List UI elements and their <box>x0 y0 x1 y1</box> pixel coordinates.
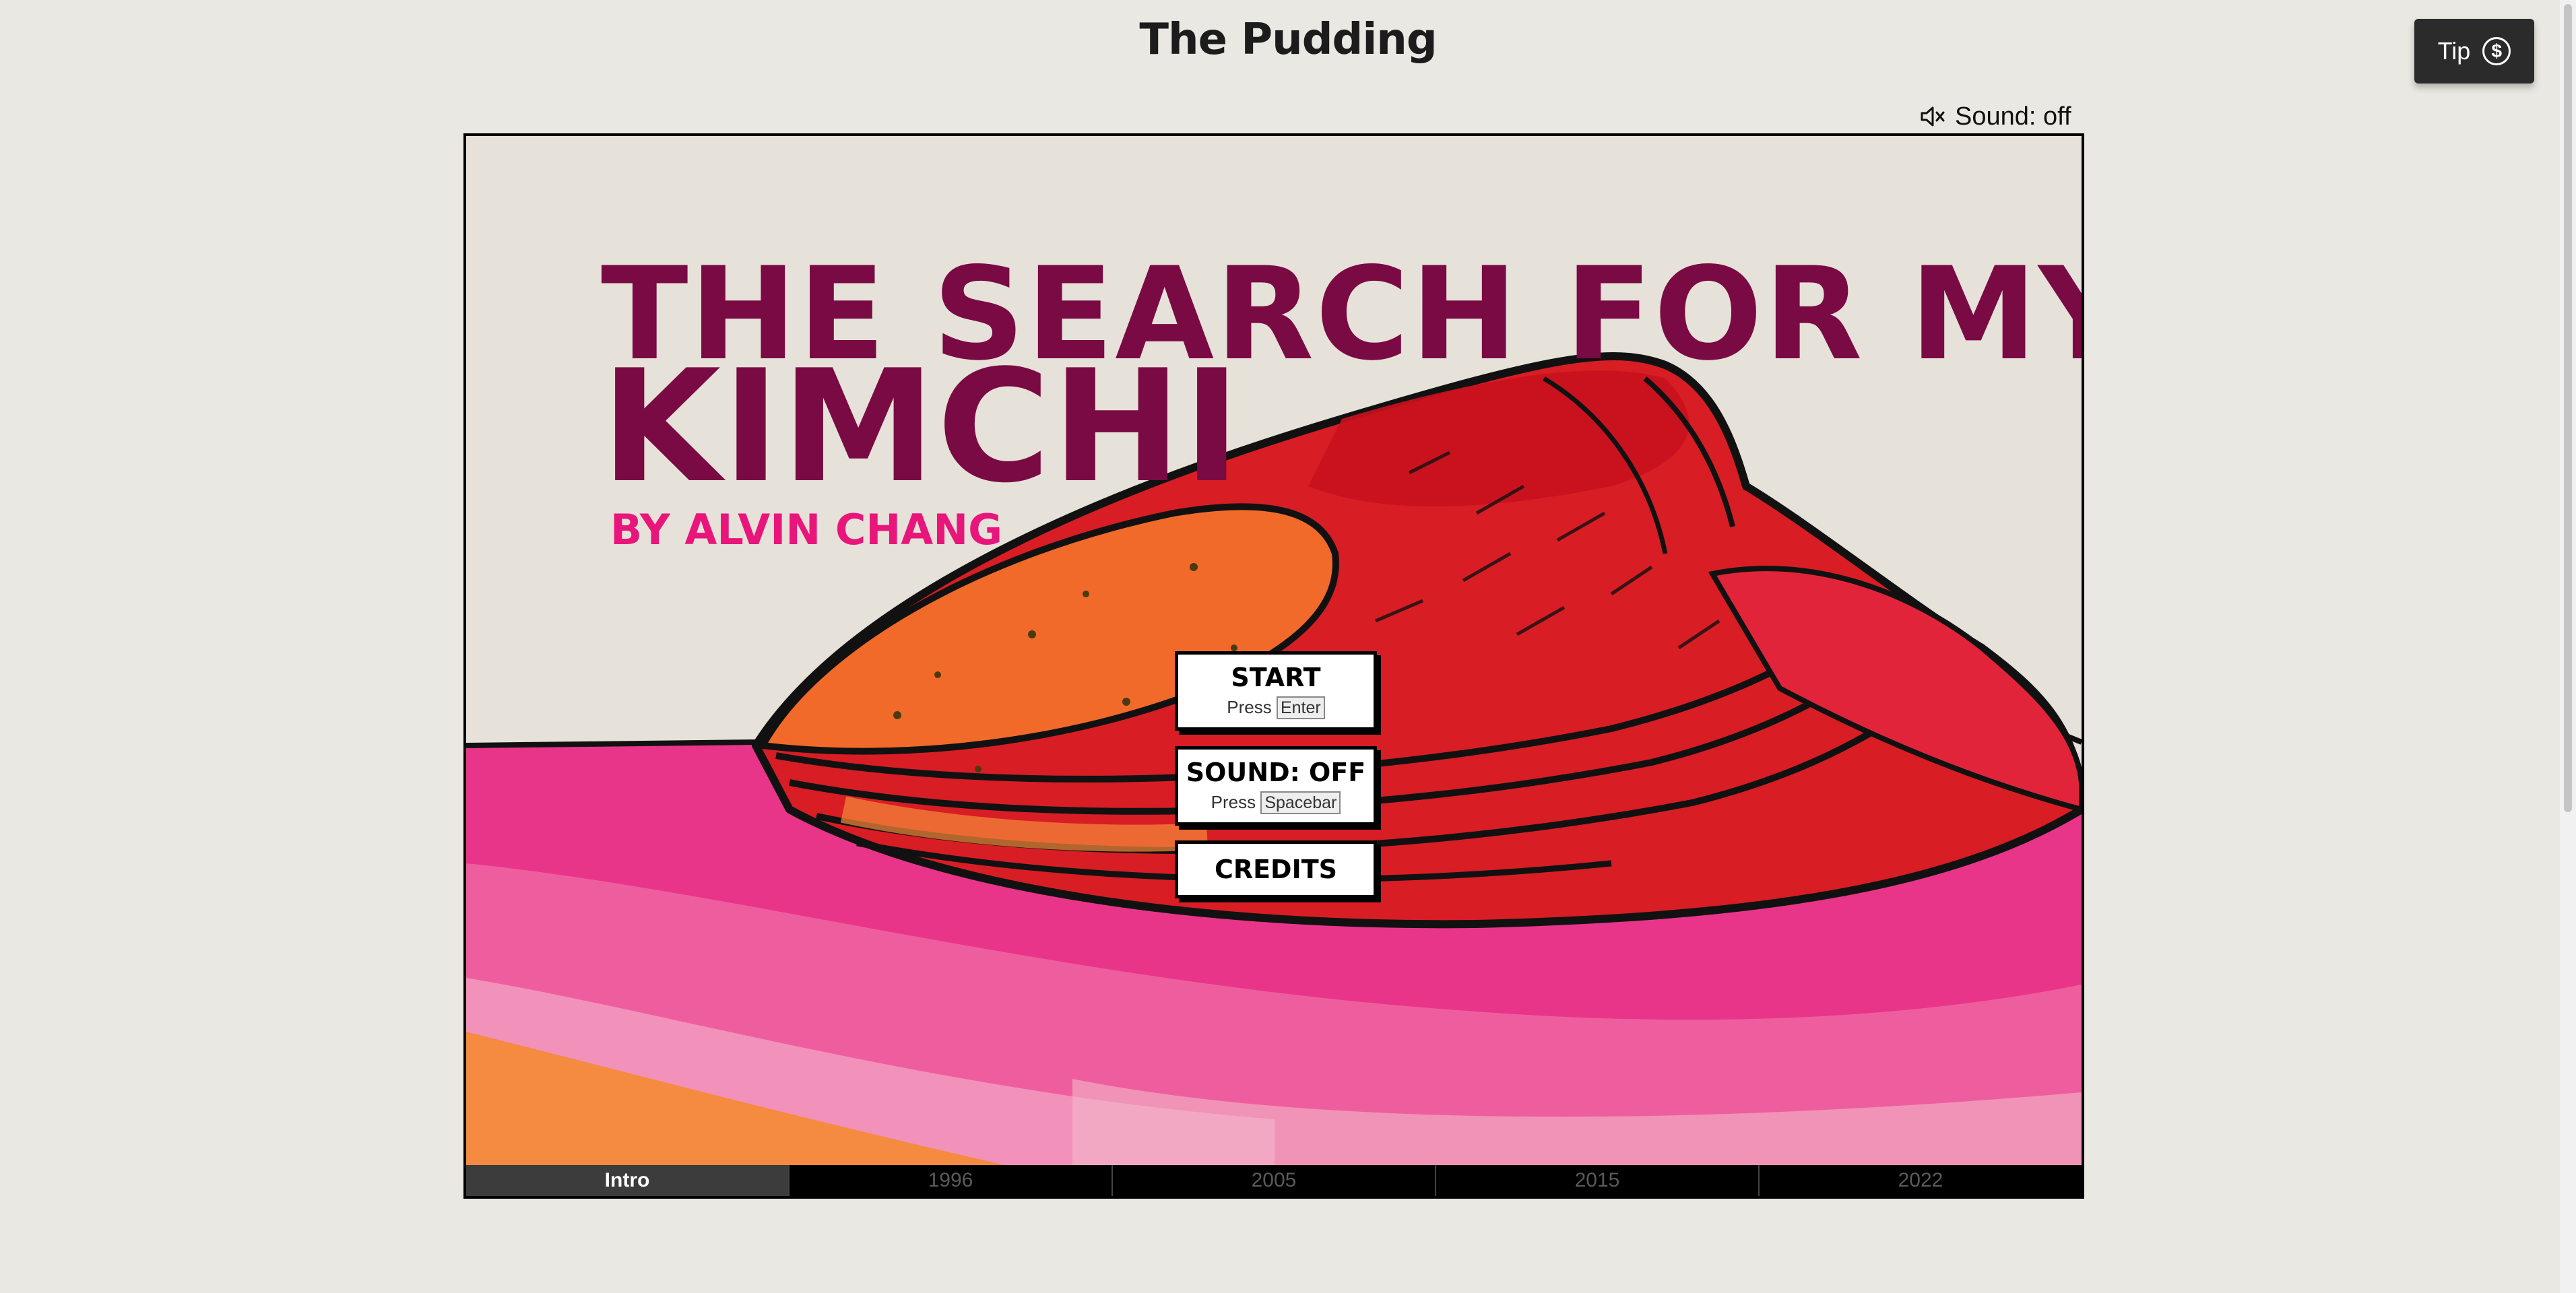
timeline-1996[interactable]: 1996 <box>790 1165 1113 1196</box>
sound-button[interactable]: SOUND: OFF Press Spacebar <box>1175 746 1377 826</box>
page: The Pudding Tip $ Sound: off THE SEARCH … <box>0 0 2576 1293</box>
sound-button-hint: Press Spacebar <box>1178 791 1374 814</box>
tip-label: Tip <box>2437 37 2471 65</box>
speaker-muted-icon <box>1921 106 1945 127</box>
timeline-2015[interactable]: 2015 <box>1436 1165 1760 1196</box>
site-logo[interactable]: The Pudding <box>0 15 2576 65</box>
spacebar-key-hint: Spacebar <box>1260 791 1341 814</box>
dollar-circle-icon: $ <box>2482 37 2511 65</box>
game-frame[interactable]: THE SEARCH FOR MY KIMCHI BY ALVIN CHANG … <box>463 133 2084 1199</box>
game-title-line-2: KIMCHI <box>601 337 1242 517</box>
site-logo-text[interactable]: The Pudding <box>1132 15 1443 65</box>
sound-button-label: SOUND: OFF <box>1186 758 1366 787</box>
sound-toggle[interactable]: Sound: off <box>1920 100 2071 133</box>
credits-button[interactable]: CREDITS <box>1175 840 1377 898</box>
page-scrollbar[interactable] <box>2560 0 2576 1293</box>
start-button-label: START <box>1231 663 1321 692</box>
timeline-intro[interactable]: Intro <box>466 1165 790 1196</box>
start-button-hint: Press Enter <box>1178 696 1374 719</box>
scrollbar-thumb[interactable] <box>2564 4 2572 812</box>
sound-toggle-label: Sound: off <box>1955 102 2071 131</box>
start-button[interactable]: START Press Enter <box>1175 651 1377 731</box>
sound-hint-prefix: Press <box>1211 791 1256 812</box>
enter-key-hint: Enter <box>1276 696 1325 719</box>
timeline-2022[interactable]: 2022 <box>1760 1165 2082 1196</box>
timeline-2005[interactable]: 2005 <box>1113 1165 1436 1196</box>
tip-button[interactable]: Tip $ <box>2414 19 2534 84</box>
start-hint-prefix: Press <box>1227 696 1272 717</box>
credits-button-label: CREDITS <box>1214 855 1338 884</box>
byline: BY ALVIN CHANG <box>610 505 1002 554</box>
chapter-timeline: Intro 1996 2005 2015 2022 <box>466 1165 2082 1196</box>
